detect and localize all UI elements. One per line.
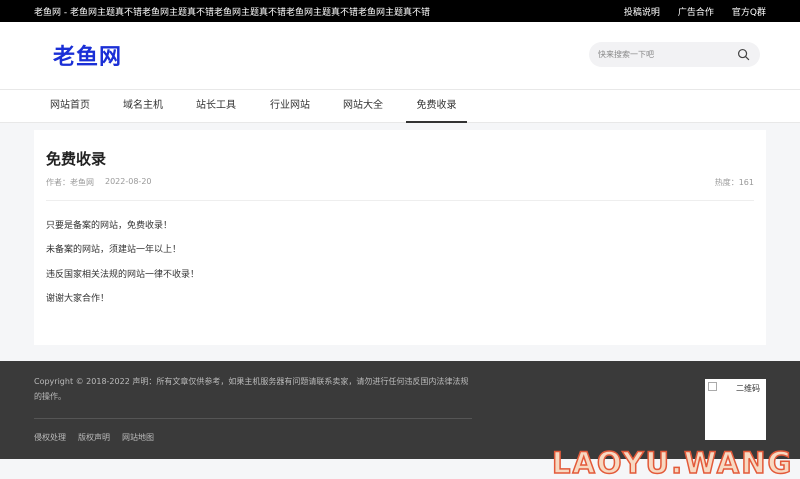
top-bar: 老鱼网 - 老鱼网主题真不错老鱼网主题真不错老鱼网主题真不错老鱼网主题真不错老鱼… (0, 0, 800, 22)
footer-link-infringement[interactable]: 侵权处理 (34, 432, 66, 443)
top-link-submit[interactable]: 投稿说明 (624, 5, 660, 18)
nav-item-webmaster-tools[interactable]: 站长工具 (196, 90, 236, 123)
divider (46, 200, 754, 201)
nav-item-domain-hosting[interactable]: 域名主机 (123, 90, 163, 123)
search-box (589, 42, 760, 67)
footer: Copyright © 2018-2022 声明：所有文章仅供参考，如果主机服务… (0, 361, 800, 459)
main-nav: 网站首页 域名主机 站长工具 行业网站 网站大全 免费收录 (0, 89, 800, 123)
search-icon[interactable] (737, 48, 750, 61)
footer-divider (34, 418, 472, 419)
article-paragraph: 违反国家相关法规的网站一律不收录！ (46, 270, 200, 280)
article-title: 免费收录 (46, 150, 107, 168)
site-tagline: 老鱼网 - 老鱼网主题真不错老鱼网主题真不错老鱼网主题真不错老鱼网主题真不错老鱼… (34, 8, 430, 18)
nav-item-site-directory[interactable]: 网站大全 (343, 90, 383, 123)
site-logo[interactable]: 老鱼网 (53, 39, 122, 71)
search-input[interactable] (598, 48, 728, 61)
qr-code-image: 二维码 (705, 379, 766, 440)
top-links: 投稿说明 广告合作 官方Q群 (624, 5, 766, 18)
copyright-text: Copyright © 2018-2022 声明：所有文章仅供参考，如果主机服务… (34, 377, 469, 401)
article-card: 免费收录 作者：老鱼网 2022-08-20 热度：161 只要是备案的网站，免… (34, 130, 766, 345)
top-link-ads[interactable]: 广告合作 (678, 5, 714, 18)
header: 老鱼网 (0, 22, 800, 89)
article-paragraph: 谢谢大家合作！ (46, 294, 110, 304)
top-link-qq-group[interactable]: 官方Q群 (732, 5, 766, 18)
nav-item-home[interactable]: 网站首页 (50, 90, 90, 123)
broken-image-icon (708, 382, 717, 391)
article-paragraph: 只要是备案的网站，免费收录！ (46, 221, 173, 231)
article-paragraph: 未备案的网站，须建站一年以上！ (46, 245, 182, 255)
article-meta: 作者：老鱼网 2022-08-20 (46, 177, 152, 188)
nav-item-industry-sites[interactable]: 行业网站 (270, 90, 310, 123)
footer-link-sitemap[interactable]: 网站地图 (122, 432, 154, 443)
footer-link-copyright[interactable]: 版权声明 (78, 432, 110, 443)
article-author: 作者：老鱼网 (46, 178, 94, 187)
watermark-text: LAOYU.WANG (551, 445, 794, 479)
article-date: 2022-08-20 (105, 177, 152, 186)
qr-code-alt-text: 二维码 (736, 384, 760, 393)
nav-item-free-submission[interactable]: 免费收录 (406, 90, 467, 123)
footer-links: 侵权处理 版权声明 网站地图 (34, 432, 154, 443)
article-hot-count: 热度：161 (714, 178, 754, 187)
